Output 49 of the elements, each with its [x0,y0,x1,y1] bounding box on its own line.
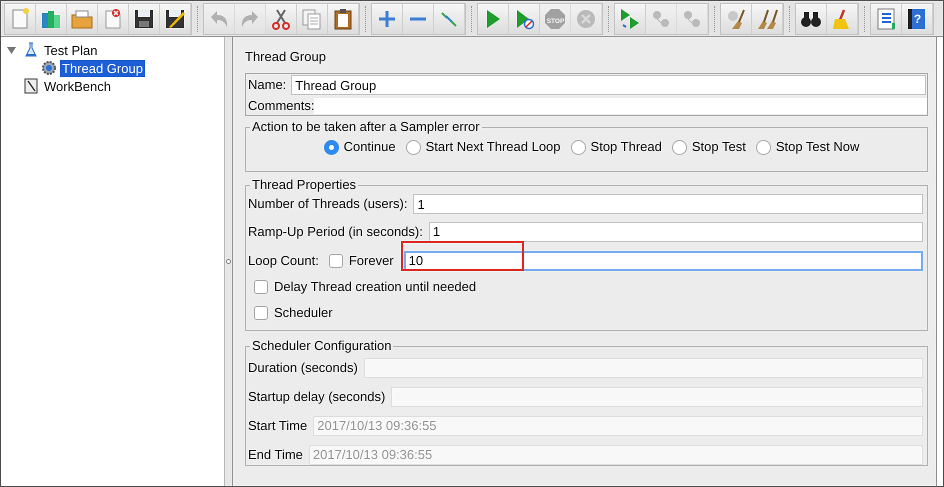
field-label: Ramp-Up Period (in seconds): [248,222,423,241]
splitter-handle[interactable] [226,259,231,264]
field-label: Name: [248,76,286,94]
section-legend: Scheduler Configuration [250,339,394,353]
radio-label: Start Next Thread Loop [426,138,561,156]
radio-selected[interactable] [324,140,339,154]
tree-item[interactable]: Thread Group [60,60,145,76]
toolbar-button[interactable] [328,4,359,34]
radio-label: Stop Test [692,138,746,156]
comments-field[interactable] [314,98,927,114]
notepad-icon [23,78,39,94]
radio-button[interactable] [570,140,586,154]
tree-item[interactable]: WorkBench [42,78,113,94]
flask-icon [23,42,39,58]
checkbox-label: Forever [348,252,394,270]
expanded-triangle-icon[interactable] [7,46,16,54]
radio-button[interactable] [672,140,687,154]
toolbar-button[interactable] [129,4,160,34]
section-legend: Thread Properties [250,178,358,192]
radio-button[interactable] [406,140,421,154]
field-label: Loop Count: [248,252,319,270]
brooms-icon [755,6,779,30]
field-label: End Time [248,446,303,464]
input-field[interactable]: 10 [404,250,923,270]
field-label: Startup delay (seconds) [248,388,386,406]
checkbox[interactable] [328,254,343,268]
radio-label: Stop Test Now [776,138,860,156]
field-label: Comments: [248,97,314,116]
checkbox-label: Delay Thread creation until needed [274,278,476,296]
minus-icon [410,16,426,20]
field-label: Start Time [248,416,308,435]
checkbox[interactable] [254,306,268,320]
input-field[interactable]: Thread Group [291,75,926,95]
panel-title: Thread Group [245,49,327,65]
radio-label: Stop Thread [590,138,662,156]
field-label: Duration (seconds) [248,358,358,377]
gear-icon [41,60,57,76]
field-label: Number of Threads (users): [248,195,408,214]
checkbox-label: Scheduler [274,304,333,322]
toolbar-button[interactable] [160,4,191,34]
scissors-icon [269,6,293,30]
tree-item[interactable]: Test Plan [42,42,100,58]
radio-button[interactable] [756,140,771,154]
section-legend: Action to be taken after a Sampler error [250,120,482,134]
input-field[interactable]: 1 [428,222,923,242]
toolbar-button[interactable] [796,4,827,34]
input-field[interactable]: 1 [413,194,923,214]
radio-label: Continue [344,138,396,156]
checkbox[interactable] [254,280,268,294]
